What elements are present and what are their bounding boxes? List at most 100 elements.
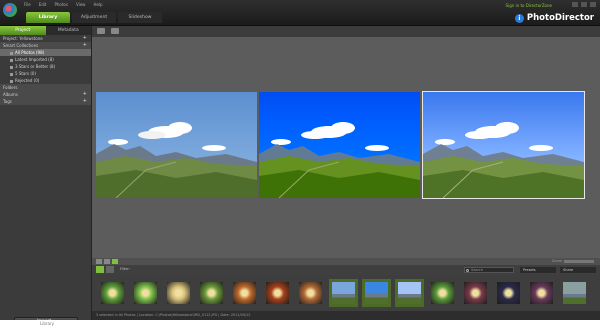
tab-metadata[interactable]: Metadata <box>45 26 91 35</box>
share-button[interactable]: Share <box>560 267 596 273</box>
zoom-slider[interactable] <box>564 260 594 263</box>
smart-collections-header[interactable]: Smart Collections + <box>0 42 91 49</box>
status-bar: 3 selected in All Photos | Location: C:\… <box>92 311 600 320</box>
close-icon[interactable] <box>590 2 596 7</box>
add-tag-icon[interactable]: + <box>83 98 87 105</box>
app-window: File Edit Photos View Help Library Adjus… <box>0 0 600 336</box>
section-tags[interactable]: Tags + <box>0 98 91 105</box>
thumbnail-image <box>266 282 289 304</box>
filmstrip-thumbnail[interactable] <box>131 279 160 307</box>
camera-icon[interactable] <box>111 28 119 34</box>
collection-icon <box>10 65 13 69</box>
maximize-icon[interactable] <box>581 2 587 7</box>
module-tabs: Library Adjustment Slideshow <box>26 12 162 23</box>
zoom-label: Zoom <box>551 259 562 263</box>
brand-name: PhotoDirector <box>526 13 594 23</box>
collection-icon <box>10 51 13 55</box>
single-view-icon[interactable] <box>96 259 102 264</box>
add-smart-collection-icon[interactable]: + <box>83 42 87 49</box>
multi-view-icon[interactable] <box>112 259 118 264</box>
filmstrip-thumbnail[interactable] <box>362 279 391 307</box>
thumbnail-image <box>431 282 454 304</box>
filmstrip-thumbnail[interactable] <box>263 279 292 307</box>
filmstrip-thumbnail[interactable] <box>428 279 457 307</box>
filmstrip-thumbnail[interactable] <box>197 279 226 307</box>
viewer-toolbar <box>92 26 600 37</box>
collection-latest-imported[interactable]: Latest Imported (8) <box>0 56 91 63</box>
brand-info-icon: i <box>514 13 524 23</box>
status-text: 3 selected in All Photos | Location: C:\… <box>96 313 251 317</box>
thumbnail-image <box>563 282 586 304</box>
collection-icon <box>10 72 13 76</box>
thumbnail-image <box>167 282 190 304</box>
menu-help[interactable]: Help <box>93 2 102 7</box>
add-project-icon[interactable]: + <box>83 35 87 42</box>
menu-photos[interactable]: Photos <box>54 2 68 7</box>
thumbnail-image <box>332 282 355 304</box>
filter-label[interactable]: Filter: <box>120 267 130 271</box>
thumbnail-image <box>365 282 388 304</box>
tab-project[interactable]: Project <box>0 26 46 35</box>
collection-icon <box>10 58 13 62</box>
section-albums[interactable]: Albums + <box>0 91 91 98</box>
filmstrip <box>92 275 600 311</box>
project-label: Project: Yellowstone <box>3 36 43 41</box>
menu-view[interactable]: View <box>76 2 86 7</box>
collection-5-stars[interactable]: 5 Stars (0) <box>0 70 91 77</box>
bottom-margin <box>0 320 600 336</box>
search-placeholder: Search <box>471 268 484 272</box>
grid-view-icon[interactable] <box>96 266 104 273</box>
collection-all-photos[interactable]: All Photos (98) <box>0 49 91 56</box>
title-bar: File Edit Photos View Help Library Adjus… <box>0 0 600 26</box>
thumbnail-image <box>299 282 322 304</box>
view-mode-bar: Zoom <box>92 258 600 265</box>
filmstrip-thumbnail[interactable] <box>98 279 127 307</box>
filmstrip-thumbnail[interactable] <box>296 279 325 307</box>
app-logo-icon <box>3 3 17 17</box>
bottom-label: Library <box>40 321 54 326</box>
search-icon <box>466 269 469 272</box>
thumbnail-image <box>398 282 421 304</box>
filmstrip-thumbnail[interactable] <box>560 279 589 307</box>
compare-photo-3[interactable] <box>422 91 585 199</box>
presets-button[interactable]: Presets <box>520 267 556 273</box>
photo-viewer <box>92 37 600 258</box>
tab-adjustment[interactable]: Adjustment <box>72 12 116 23</box>
thumbnail-image <box>200 282 223 304</box>
compare-photo-1[interactable] <box>96 92 257 198</box>
compare-view-icon[interactable] <box>104 259 110 264</box>
filmstrip-thumbnail[interactable] <box>164 279 193 307</box>
collection-rejected[interactable]: Rejected (0) <box>0 77 91 84</box>
filmstrip-thumbnail[interactable] <box>494 279 523 307</box>
thumbnail-image <box>464 282 487 304</box>
menu-edit[interactable]: Edit <box>39 2 47 7</box>
import-photo-icon[interactable] <box>97 28 105 34</box>
left-panel-tabs: Project Metadata <box>0 26 91 35</box>
collection-3-stars[interactable]: 3 Stars or Better (8) <box>0 63 91 70</box>
list-view-icon[interactable] <box>106 266 114 273</box>
minimize-icon[interactable] <box>572 2 578 7</box>
thumbnail-image <box>233 282 256 304</box>
left-panel: Project Metadata Project: Yellowstone + … <box>0 26 92 336</box>
compare-photo-2[interactable] <box>259 92 420 198</box>
filmstrip-thumbnail[interactable] <box>395 279 424 307</box>
add-album-icon[interactable]: + <box>83 91 87 98</box>
tab-library[interactable]: Library <box>26 12 70 23</box>
filmstrip-toolbar: Filter: Search Presets Share <box>92 265 600 275</box>
filmstrip-thumbnail[interactable] <box>461 279 490 307</box>
filmstrip-thumbnail[interactable] <box>527 279 556 307</box>
project-label-row[interactable]: Project: Yellowstone + <box>0 35 91 42</box>
filmstrip-thumbnail[interactable] <box>329 279 358 307</box>
smart-collections-label: Smart Collections <box>3 43 39 48</box>
section-folders[interactable]: Folders <box>0 84 91 91</box>
thumbnail-image <box>497 282 520 304</box>
collection-icon <box>10 79 13 83</box>
signin-link[interactable]: Sign in to DirectorZone <box>506 3 552 8</box>
menu-file[interactable]: File <box>24 2 31 7</box>
brand: i PhotoDirector <box>514 13 594 23</box>
filmstrip-thumbnail[interactable] <box>230 279 259 307</box>
tab-slideshow[interactable]: Slideshow <box>118 12 162 23</box>
thumbnail-image <box>134 282 157 304</box>
thumbnail-image <box>101 282 124 304</box>
search-input[interactable]: Search <box>464 267 514 273</box>
